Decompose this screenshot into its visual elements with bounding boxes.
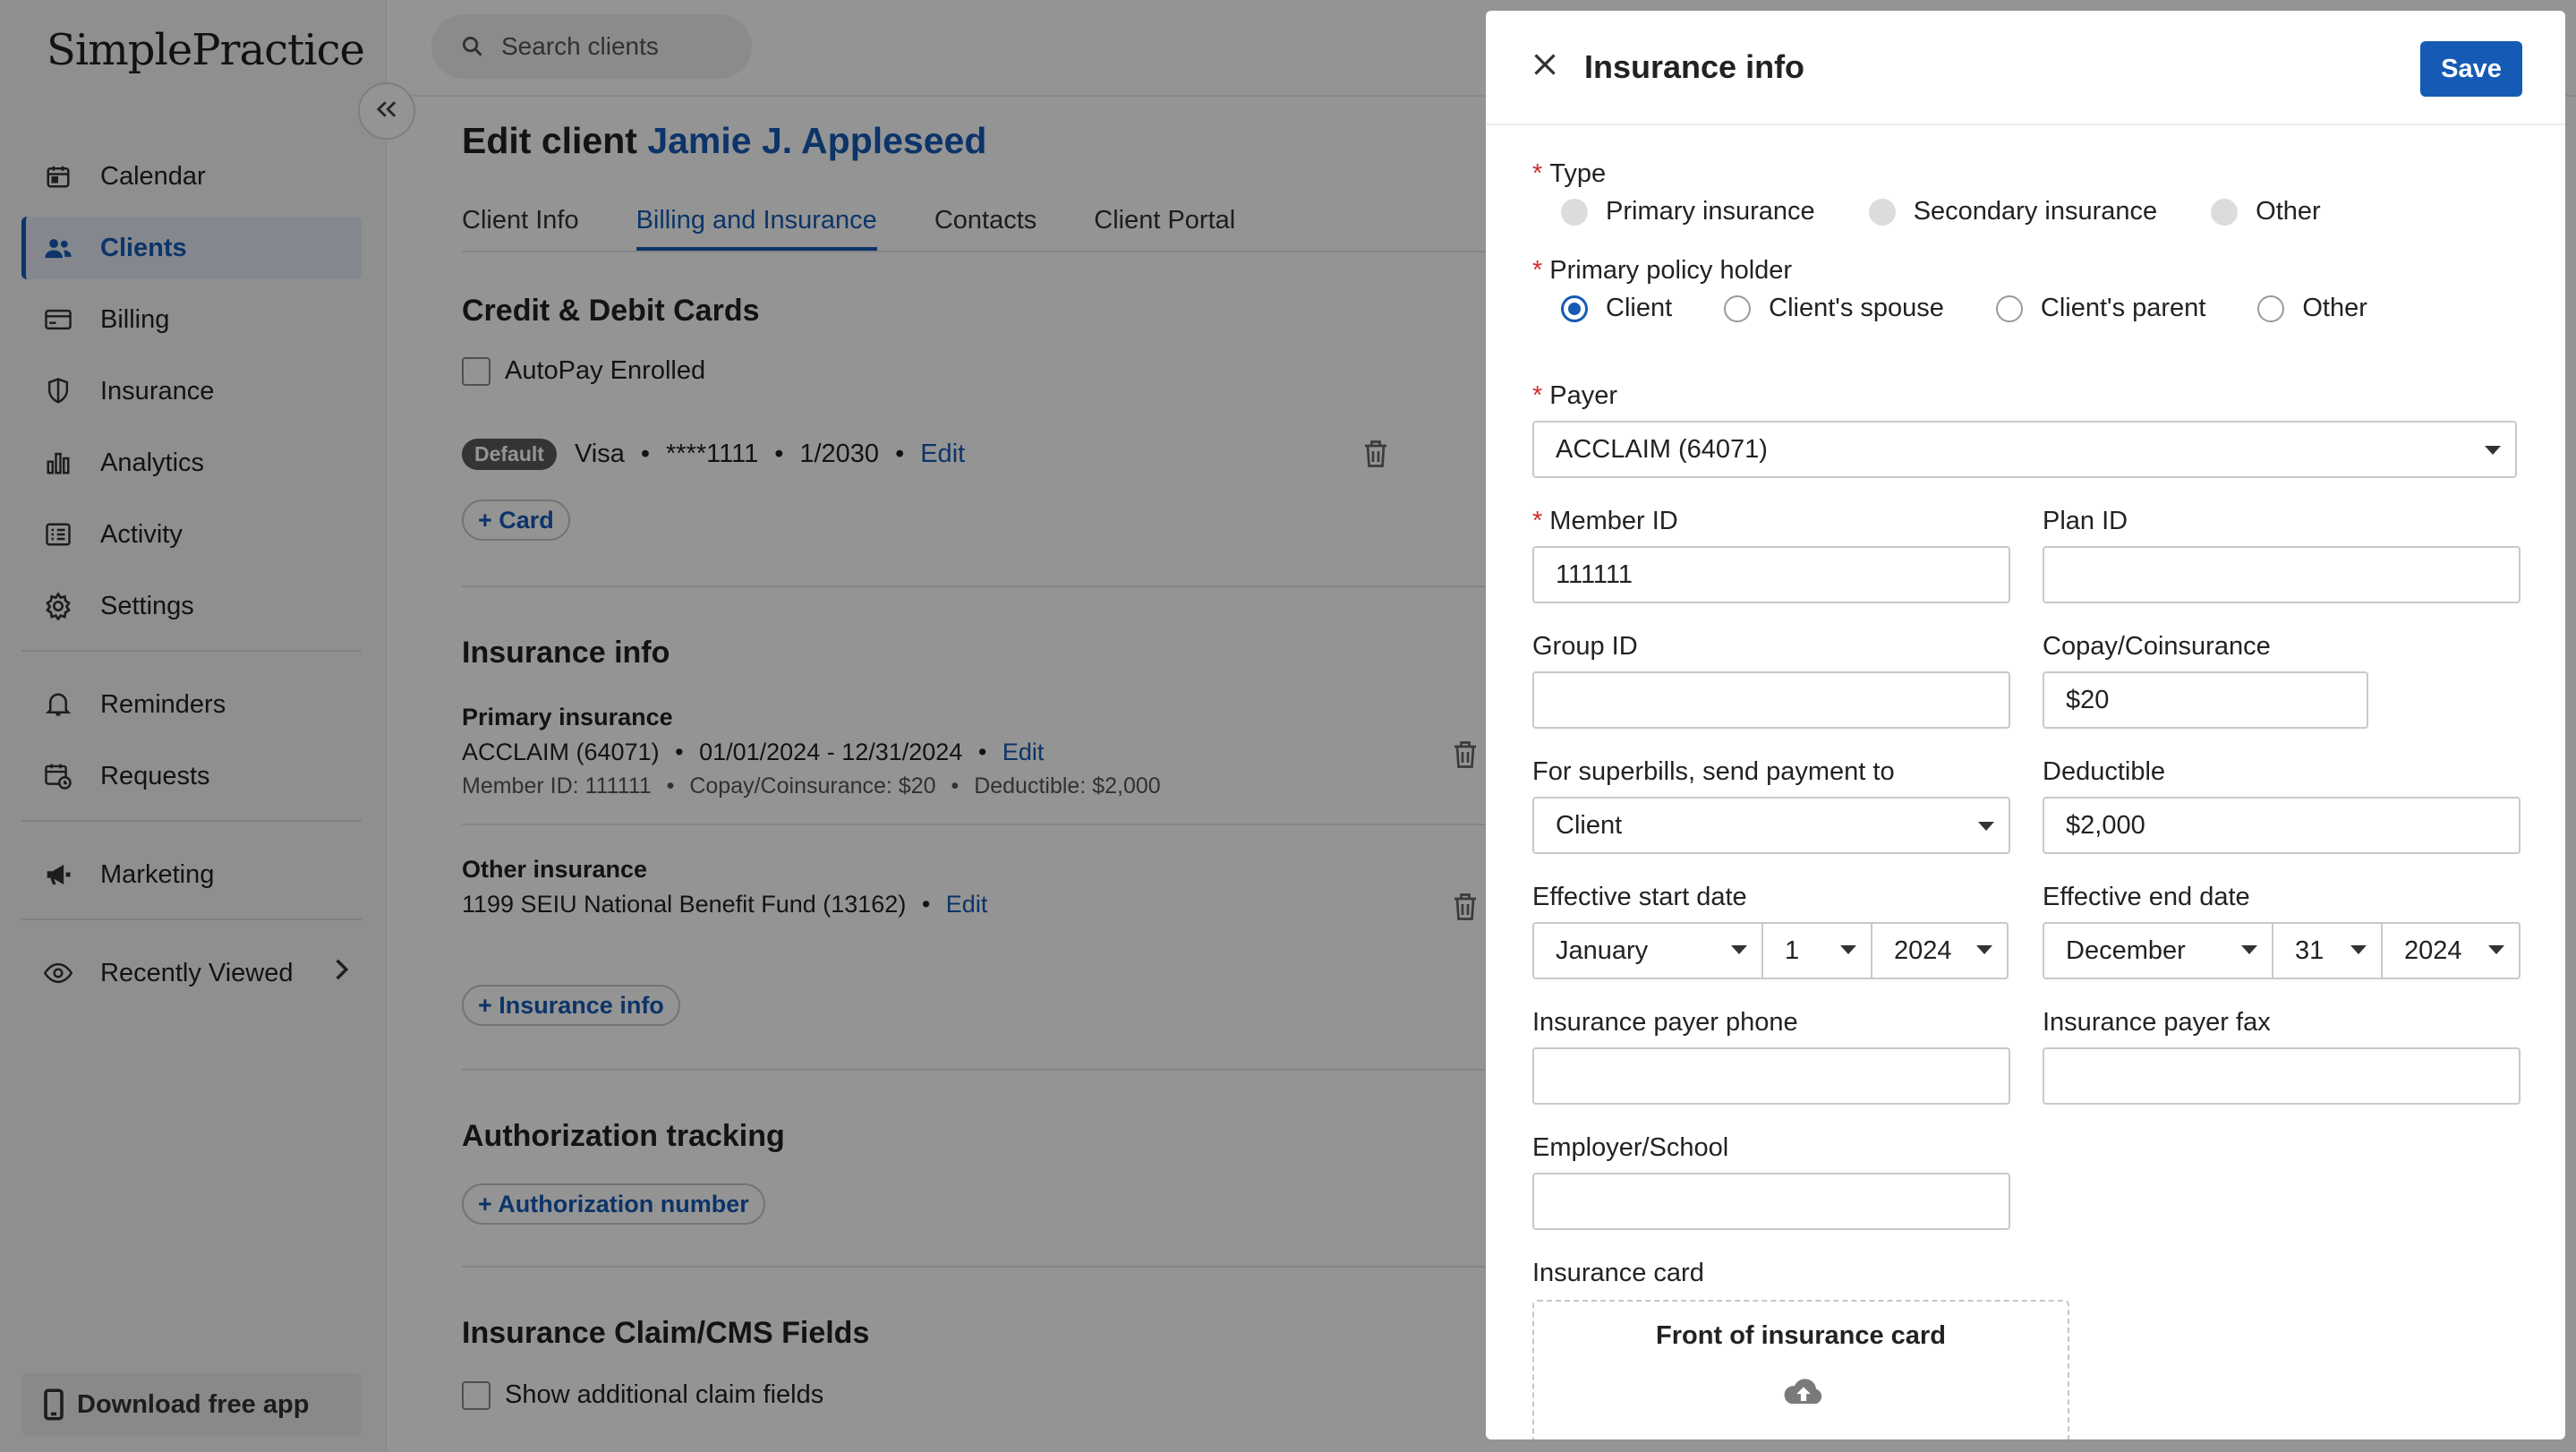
chevron-down-icon	[2350, 945, 2367, 954]
type-option-other[interactable]: Other	[2211, 197, 2321, 226]
front-card-upload[interactable]: Front of insurance card	[1532, 1300, 2069, 1439]
required-asterisk: *	[1532, 256, 1543, 285]
front-card-label: Front of insurance card	[1656, 1321, 1946, 1350]
employer-field[interactable]	[1532, 1173, 2010, 1230]
insurance-card-label: Insurance card	[1532, 1259, 1704, 1287]
radio-button[interactable]	[2257, 295, 2285, 322]
radio-button[interactable]	[1561, 198, 1588, 226]
payer-fax-label: Insurance payer fax	[2043, 1008, 2271, 1037]
chevron-down-icon	[1978, 822, 1994, 831]
close-drawer-button[interactable]	[1527, 48, 1563, 84]
end-date-picker: December 31 2024	[2043, 922, 2521, 979]
start-day-select[interactable]: 1	[1763, 924, 1872, 978]
end-month-select[interactable]: December	[2044, 924, 2273, 978]
group-id-label: Group ID	[1532, 632, 1638, 661]
chevron-down-icon	[2241, 945, 2257, 954]
chevron-down-icon	[2485, 446, 2501, 455]
policy-holder-label: * Primary policy holder	[1532, 256, 1793, 285]
required-asterisk: *	[1532, 381, 1543, 410]
insurance-info-drawer: Insurance info Save * Type Primary insura…	[1486, 11, 2565, 1439]
member-id-label: * Member ID	[1532, 507, 1678, 535]
radio-button[interactable]	[1868, 198, 1896, 226]
radio-button[interactable]	[1724, 295, 1752, 322]
end-date-label: Effective end date	[2043, 883, 2250, 911]
superbills-select[interactable]: Client	[1532, 797, 2010, 854]
plan-id-label: Plan ID	[2043, 507, 2128, 535]
end-day-select[interactable]: 31	[2273, 924, 2383, 978]
policy-holder-radio-group: Client Client's spouse Client's parent O…	[1561, 294, 2367, 323]
start-month-select[interactable]: January	[1534, 924, 1763, 978]
employer-label: Employer/School	[1532, 1133, 1729, 1162]
payer-fax-field[interactable]	[2043, 1047, 2521, 1105]
start-year-select[interactable]: 2024	[1872, 924, 2007, 978]
member-id-field[interactable]	[1532, 546, 2010, 603]
employer-input[interactable]	[1556, 1186, 2009, 1217]
copay-field[interactable]	[2043, 671, 2368, 729]
chevron-down-icon	[2488, 945, 2504, 954]
deductible-field[interactable]	[2043, 797, 2521, 854]
radio-button[interactable]	[1995, 295, 2023, 322]
payer-phone-label: Insurance payer phone	[1532, 1008, 1798, 1037]
required-asterisk: *	[1532, 507, 1543, 535]
copay-input[interactable]	[2066, 685, 2367, 715]
payer-select[interactable]: ACCLAIM (64071)	[1532, 421, 2517, 478]
type-label: * Type	[1532, 159, 1607, 188]
radio-button[interactable]	[2211, 198, 2239, 226]
radio-button-selected[interactable]	[1561, 295, 1588, 322]
close-icon	[1531, 51, 1558, 82]
policy-holder-option-parent[interactable]: Client's parent	[1995, 294, 2205, 323]
superbills-label: For superbills, send payment to	[1532, 757, 1895, 786]
deductible-label: Deductible	[2043, 757, 2166, 786]
deductible-input[interactable]	[2066, 810, 2519, 841]
policy-holder-option-spouse[interactable]: Client's spouse	[1724, 294, 1944, 323]
chevron-down-icon	[1731, 945, 1747, 954]
group-id-field[interactable]	[1532, 671, 2010, 729]
payer-label: * Payer	[1532, 381, 1618, 410]
member-id-input[interactable]	[1556, 559, 2009, 590]
policy-holder-option-other[interactable]: Other	[2257, 294, 2367, 323]
copay-label: Copay/Coinsurance	[2043, 632, 2271, 661]
chevron-down-icon	[1840, 945, 1856, 954]
payer-phone-input[interactable]	[1556, 1061, 2009, 1091]
chevron-down-icon	[1976, 945, 1992, 954]
save-button[interactable]: Save	[2420, 41, 2522, 97]
type-option-secondary[interactable]: Secondary insurance	[1868, 197, 2157, 226]
cloud-upload-icon	[1781, 1375, 1826, 1412]
plan-id-input[interactable]	[2066, 559, 2519, 590]
group-id-input[interactable]	[1556, 685, 2009, 715]
drawer-title: Insurance info	[1584, 48, 1805, 85]
start-date-picker: January 1 2024	[1532, 922, 2009, 979]
plan-id-field[interactable]	[2043, 546, 2521, 603]
drawer-header: Insurance info Save	[1486, 11, 2565, 125]
type-radio-group: Primary insurance Secondary insurance Ot…	[1561, 197, 2321, 226]
required-asterisk: *	[1532, 159, 1543, 188]
start-date-label: Effective start date	[1532, 883, 1747, 911]
type-option-primary[interactable]: Primary insurance	[1561, 197, 1815, 226]
end-year-select[interactable]: 2024	[2383, 924, 2519, 978]
payer-fax-input[interactable]	[2066, 1061, 2519, 1091]
payer-phone-field[interactable]	[1532, 1047, 2010, 1105]
policy-holder-option-client[interactable]: Client	[1561, 294, 1672, 323]
